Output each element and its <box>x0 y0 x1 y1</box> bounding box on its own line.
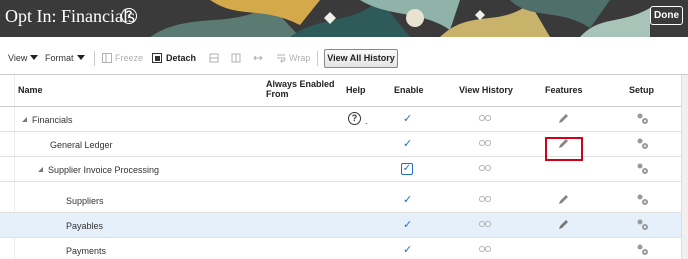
gear-icon[interactable] <box>636 218 649 231</box>
wrap-icon <box>277 54 286 63</box>
gear-icon[interactable] <box>636 243 649 256</box>
column-header-always-enabled-line2: From <box>266 89 289 99</box>
check-icon: ✓ <box>403 113 413 125</box>
highlight-box <box>545 137 583 161</box>
gear-icon[interactable] <box>636 137 649 150</box>
row-name: Suppliers <box>66 196 104 206</box>
column-header-setup[interactable]: Setup <box>629 85 654 95</box>
expand-triangle-icon[interactable] <box>38 167 43 172</box>
table-row[interactable]: Payments ✓ <box>0 238 688 259</box>
toolbar-divider <box>317 51 318 66</box>
column-resize-icon[interactable] <box>253 53 263 63</box>
expand-triangle-icon[interactable] <box>22 117 27 122</box>
row-name: Payables <box>66 221 104 231</box>
detach-button[interactable]: Detach <box>166 53 196 63</box>
column-right-icon[interactable] <box>231 53 241 63</box>
check-icon: ✓ <box>403 219 413 231</box>
check-icon: ✓ <box>403 138 413 150</box>
table-row[interactable]: Supplier Invoice Processing ✓ <box>0 157 688 182</box>
row-name: Financials <box>32 115 73 125</box>
help-icon[interactable]: ? <box>348 112 361 125</box>
column-header-always-enabled-line1: Always Enabled <box>266 79 335 89</box>
column-header-help[interactable]: Help <box>346 85 366 95</box>
gear-icon[interactable] <box>636 162 649 175</box>
gear-icon[interactable] <box>636 193 649 206</box>
row-name-cell: Financials <box>22 115 73 125</box>
view-menu[interactable]: View <box>8 53 39 63</box>
view-history-icon[interactable] <box>479 114 491 122</box>
chevron-down-icon <box>76 55 85 60</box>
row-name-cell: Supplier Invoice Processing <box>38 165 159 175</box>
toolbar-divider <box>94 51 95 66</box>
row-name: Payments <box>66 246 107 256</box>
help-dot: . <box>365 116 368 126</box>
column-header-name[interactable]: Name <box>18 85 43 95</box>
column-header-enable[interactable]: Enable <box>394 85 424 95</box>
table-row-selected[interactable]: Payables ✓ <box>0 213 688 238</box>
row-name: General Ledger <box>50 140 113 150</box>
view-history-icon[interactable] <box>479 220 491 228</box>
vertical-scrollbar[interactable] <box>681 75 688 259</box>
view-all-history-button[interactable]: View All History <box>324 49 398 68</box>
page-header: Opt In: Financials ? Done <box>0 0 688 37</box>
column-left-icon[interactable] <box>209 53 219 63</box>
pencil-icon[interactable] <box>557 193 570 206</box>
detach-icon <box>152 53 162 63</box>
row-name: Supplier Invoice Processing <box>48 165 160 175</box>
pencil-icon[interactable] <box>557 112 570 125</box>
view-menu-label: View <box>8 53 28 63</box>
table-header: Name Always Enabled From Help Enable Vie… <box>0 75 688 107</box>
table-row[interactable]: General Ledger ✓ <box>0 132 688 157</box>
wrap-button[interactable]: Wrap <box>289 53 310 63</box>
format-menu[interactable]: Format <box>45 53 85 63</box>
check-icon: ✓ <box>403 194 413 206</box>
column-header-features[interactable]: Features <box>545 85 583 95</box>
table-toolbar: View Format Freeze Detach Wrap View All … <box>0 47 688 71</box>
features-table: Name Always Enabled From Help Enable Vie… <box>0 74 688 259</box>
done-button[interactable]: Done <box>650 6 683 25</box>
view-history-icon[interactable] <box>479 195 491 203</box>
table-row[interactable]: Suppliers ✓ <box>0 188 688 213</box>
question-circle-icon[interactable]: ? <box>121 8 137 24</box>
header-decoration <box>150 0 650 37</box>
freeze-icon <box>102 53 112 63</box>
pencil-icon[interactable] <box>557 218 570 231</box>
view-history-icon[interactable] <box>479 139 491 147</box>
column-header-view-history[interactable]: View History <box>459 85 513 95</box>
freeze-button[interactable]: Freeze <box>115 53 143 63</box>
chevron-down-icon <box>30 55 39 60</box>
check-icon: ✓ <box>403 244 413 256</box>
gear-icon[interactable] <box>636 112 649 125</box>
view-history-icon[interactable] <box>479 164 491 172</box>
column-header-always-enabled-from[interactable]: Always Enabled From <box>266 79 335 99</box>
page-title: Opt In: Financials <box>5 6 135 26</box>
view-history-icon[interactable] <box>479 245 491 253</box>
enable-checkbox[interactable]: ✓ <box>401 163 413 175</box>
format-menu-label: Format <box>45 53 74 63</box>
table-row[interactable]: Financials ? . ✓ <box>0 107 688 132</box>
